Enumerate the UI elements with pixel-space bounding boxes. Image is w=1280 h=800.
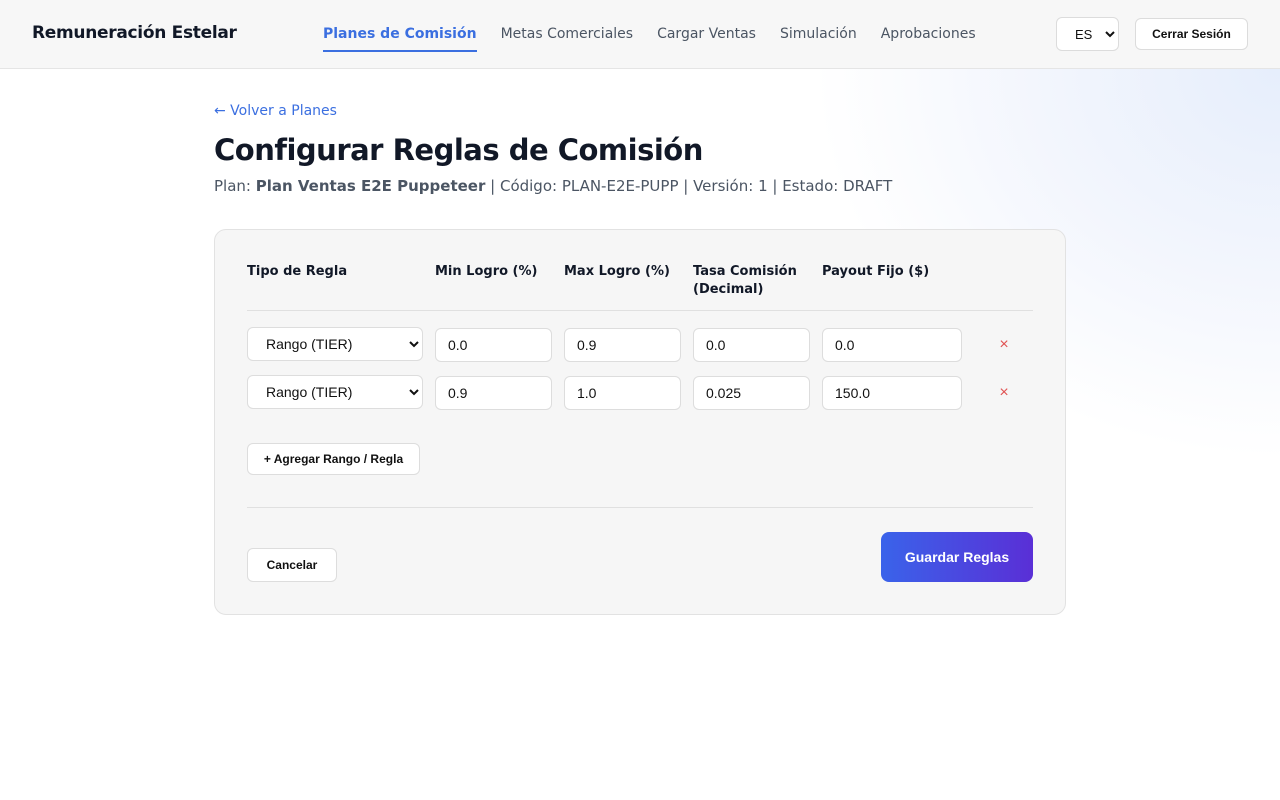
main-nav: Planes de Comisión Metas Comerciales Car… — [323, 0, 976, 68]
cancel-button[interactable]: Cancelar — [247, 548, 337, 582]
col-header-payout: Payout Fijo ($) — [822, 264, 930, 279]
footer-divider — [247, 507, 1033, 508]
tasa-comision-input[interactable] — [693, 376, 810, 410]
plan-prefix: Plan: — [214, 177, 256, 195]
plan-meta: Plan: Plan Ventas E2E Puppeteer | Código… — [214, 177, 892, 195]
header-divider — [247, 310, 1033, 311]
min-logro-input[interactable] — [435, 376, 552, 410]
tasa-comision-input[interactable] — [693, 328, 810, 362]
nav-metas-comerciales[interactable]: Metas Comerciales — [501, 0, 634, 68]
nav-planes-comision[interactable]: Planes de Comisión — [323, 0, 477, 68]
max-logro-input[interactable] — [564, 376, 681, 410]
remove-rule-icon[interactable]: × — [994, 335, 1014, 355]
payout-fijo-input[interactable] — [822, 376, 962, 410]
brand-logo[interactable]: Remuneración Estelar — [32, 23, 237, 43]
col-header-tipo: Tipo de Regla — [247, 264, 348, 279]
rules-card: Tipo de Regla Min Logro (%) Max Logro (%… — [214, 229, 1066, 615]
nav-simulacion[interactable]: Simulación — [780, 0, 857, 68]
plan-details: | Código: PLAN-E2E-PUPP | Versión: 1 | E… — [485, 177, 893, 195]
add-rule-button[interactable]: + Agregar Rango / Regla — [247, 443, 420, 475]
rule-type-select[interactable]: Rango (TIER) — [247, 327, 423, 361]
plan-name: Plan Ventas E2E Puppeteer — [255, 177, 486, 195]
col-header-tasa: Tasa Comisión (Decimal) — [693, 264, 797, 297]
payout-fijo-input[interactable] — [822, 328, 962, 362]
logout-button[interactable]: Cerrar Sesión — [1135, 18, 1248, 50]
rule-type-select[interactable]: Rango (TIER) — [247, 375, 423, 409]
nav-cargar-ventas[interactable]: Cargar Ventas — [657, 0, 756, 68]
nav-aprobaciones[interactable]: Aprobaciones — [881, 0, 976, 68]
col-header-max: Max Logro (%) — [564, 264, 670, 279]
col-header-min: Min Logro (%) — [435, 264, 538, 279]
language-select[interactable]: ES — [1056, 17, 1119, 51]
max-logro-input[interactable] — [564, 328, 681, 362]
page-title: Configurar Reglas de Comisión — [214, 133, 703, 167]
save-rules-button[interactable]: Guardar Reglas — [881, 532, 1033, 582]
min-logro-input[interactable] — [435, 328, 552, 362]
back-to-plans-link[interactable]: ← Volver a Planes — [214, 103, 337, 119]
top-navbar: Remuneración Estelar Planes de Comisión … — [0, 0, 1280, 69]
remove-rule-icon[interactable]: × — [994, 383, 1014, 403]
